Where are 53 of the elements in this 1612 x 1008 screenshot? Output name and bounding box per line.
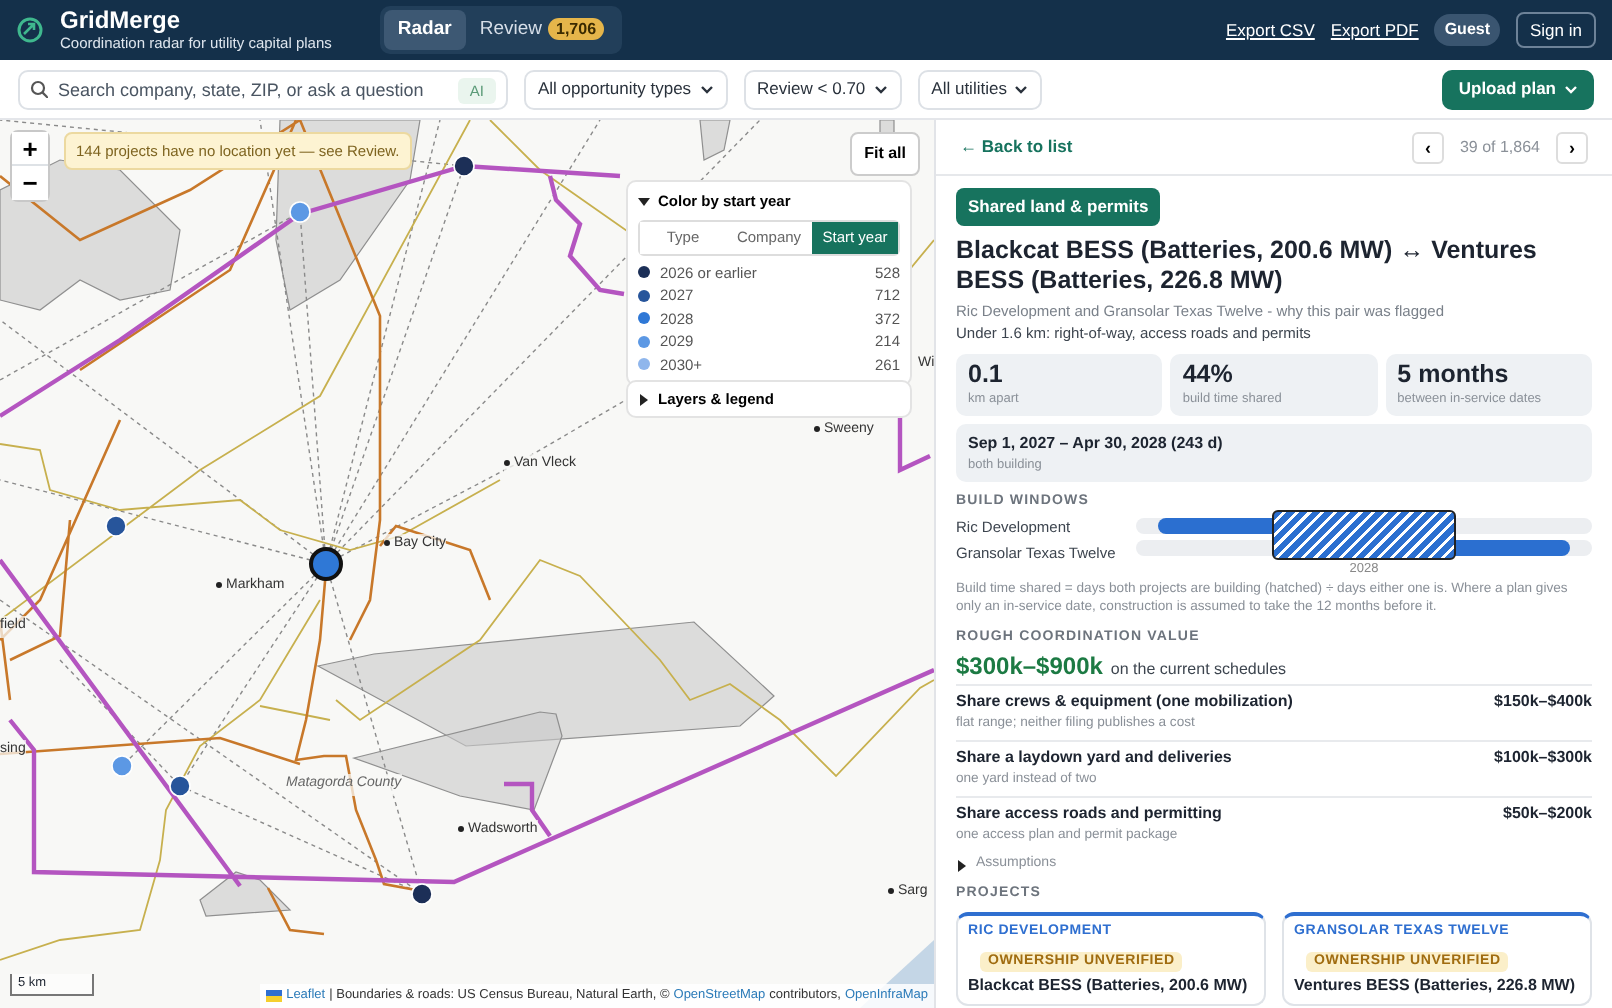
saving-title: Share access roads and permitting [956,802,1222,825]
saving-amount: $100k–$300k [1494,746,1592,769]
overlap-dates: Sep 1, 2027 – Apr 30, 2028 (243 d) [968,431,1225,455]
project-marker[interactable] [289,201,311,223]
caret-icon [873,84,888,94]
saving-title: Share a laydown yard and deliveries [956,746,1232,769]
caret-icon [1014,84,1029,94]
project-marker[interactable] [411,883,433,905]
flag-icon [266,990,283,1003]
nav-tab[interactable]: Review 1,706 [465,9,619,51]
selected-project-marker[interactable] [309,547,343,581]
filter-dropdown[interactable]: All opportunity types [524,69,728,109]
saving-title: Share crews & equipment (one mobilization) [956,690,1293,713]
value-range: $300k–$900k [956,650,1103,685]
fit-all-button[interactable]: Fit all [850,132,920,176]
pair-title: Blackcat BESS (Batteries, 200.6 MW) ↔ Ventures BESS (Batteries, 226.8 MW) [956,235,1539,296]
project-name: Blackcat BESS (Batteries, 200.6 MW) [968,973,1250,998]
disclosure-triangle-icon [638,393,650,406]
search-icon [30,79,48,97]
project-marker[interactable] [105,515,127,537]
caret-icon [1564,84,1578,94]
count-badge: 1,706 [548,17,605,40]
project-marker[interactable] [111,755,133,777]
filter-dropdown[interactable]: Review < 0.70 [743,69,902,109]
export-link[interactable]: Export PDF [1330,17,1419,43]
app-name: GridMerge [60,8,183,34]
pager-position: 39 of 1,864 [1459,135,1540,159]
parcel-shape [699,120,731,161]
filter-dropdown[interactable]: All utilities [917,69,1043,109]
saving-amount: $50k–$200k [1503,802,1592,825]
parcel-shape [199,871,292,917]
stat-value: 0.1 [968,359,1005,390]
project-marker[interactable] [453,155,475,177]
zoom-in-button[interactable]: + [12,132,48,166]
project-marker[interactable] [169,775,191,797]
disclosure-triangle-icon [956,859,968,871]
stat-value: 5 months [1397,359,1511,390]
saving-amount: $150k–$400k [1494,690,1592,713]
back-link[interactable]: ← Back to list [960,134,1073,160]
nav-tab[interactable]: Radar [383,9,466,51]
value-range-note: on the current schedules [1110,658,1287,683]
stat-value: 44% [1182,359,1235,390]
disclosure-triangle-icon [638,195,650,208]
category-tag: Shared land & permits [956,188,1161,226]
previous-button[interactable]: ‹ [1411,131,1444,163]
user-role-badge: Guest [1434,14,1500,46]
sign-in-button[interactable]: Sign in [1516,11,1596,49]
export-link[interactable]: Export CSV [1225,17,1315,43]
caret-icon [699,84,714,94]
next-button[interactable]: › [1556,131,1588,163]
project-name: Ventures BESS (Batteries, 226.8 MW) [1294,973,1577,998]
logo-icon [16,16,44,44]
upload-plan-button[interactable]: Upload plan [1442,69,1594,109]
